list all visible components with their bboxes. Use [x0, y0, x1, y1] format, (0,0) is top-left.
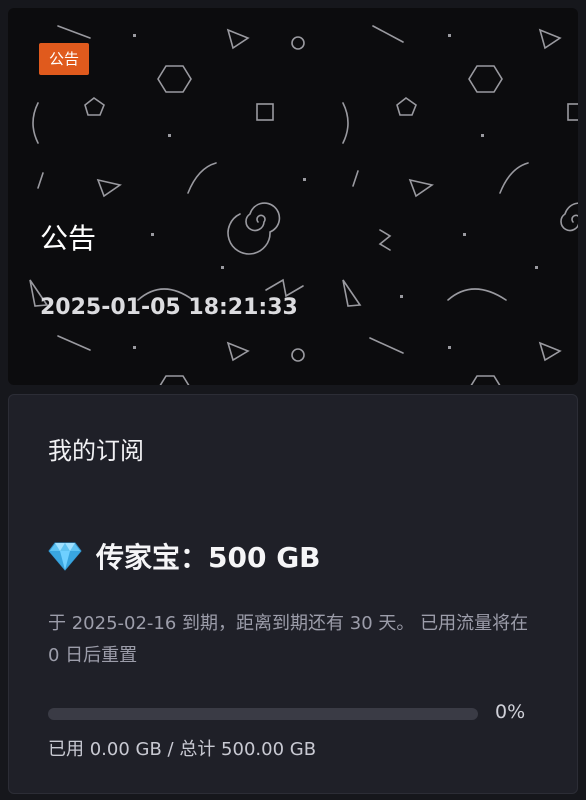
usage-percent: 0%: [495, 701, 526, 723]
announcement-tag: 公告: [39, 43, 90, 75]
usage-progress-bar: [48, 708, 478, 720]
announcement-title: 公告: [40, 222, 97, 255]
announcement-timestamp: 2025-01-05 18:21:33: [40, 295, 298, 320]
diamond-icon: [48, 542, 82, 571]
expiry-description: 于 2025-02-16 到期，距离到期还有 30 天。 已用流量将在 0 日后…: [48, 613, 529, 666]
plan-row: 传家宝：500 GB: [48, 536, 321, 576]
decorative-pattern: [29, 25, 578, 385]
page: 公告 公告 2025-01-05 18:21:33 我的订阅 传家宝：500 G…: [0, 0, 586, 800]
subscription-card: 我的订阅 传家宝：500 GB 于 2025-02-16 到期，距离到期还有 3…: [8, 394, 578, 794]
plan-name: 传家宝：500 GB: [96, 541, 321, 574]
subscription-section-title: 我的订阅: [48, 437, 144, 465]
announcement-card[interactable]: 公告 公告 2025-01-05 18:21:33: [8, 8, 578, 385]
usage-summary: 已用 0.00 GB / 总计 500.00 GB: [48, 739, 317, 760]
